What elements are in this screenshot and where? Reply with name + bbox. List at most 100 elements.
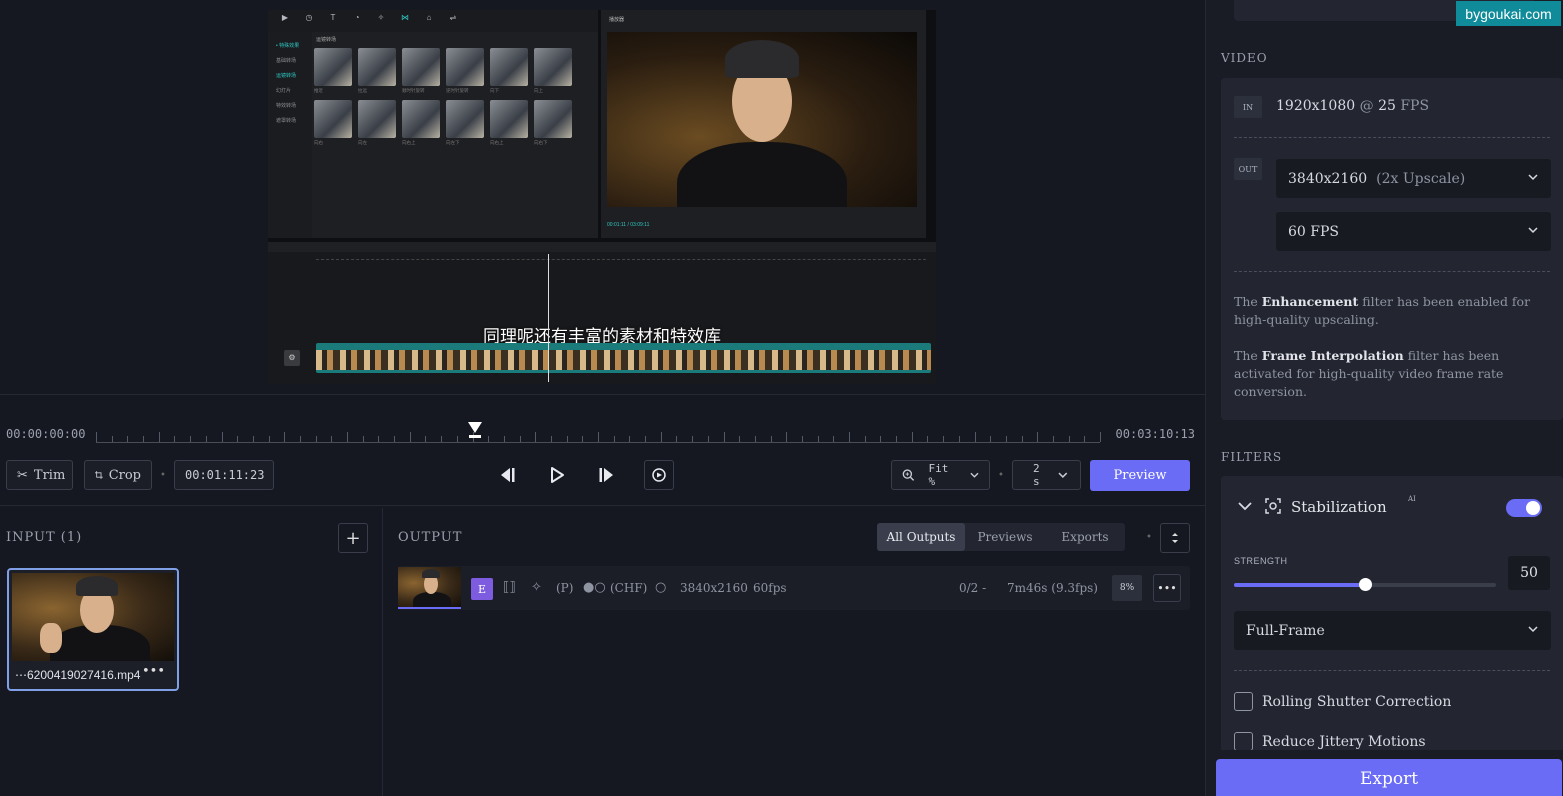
out-tag: OUT: [1234, 158, 1262, 180]
output-menu-button[interactable]: •••: [1153, 574, 1181, 602]
transition-thumbnail: [490, 48, 528, 86]
timecode-field[interactable]: 00:01:11:23: [174, 460, 274, 490]
capcut-tool-text: T: [330, 13, 336, 22]
frame-interpolation-info: The Frame Interpolation filter has been …: [1234, 348, 1504, 399]
ruler-tick: [911, 432, 913, 442]
input-filename: ⋯6200419027416.mp4: [15, 668, 141, 682]
ruler-tick: [205, 436, 207, 442]
output-job-row[interactable]: E ⟦⟧ ✧ (P) ●○ (CHF) ○ 3840x2160 60fps 0/…: [398, 566, 1190, 610]
output-resolution: 3840x2160: [680, 581, 748, 595]
tab-exports[interactable]: Exports: [1045, 523, 1125, 551]
stabilization-toggle[interactable]: [1506, 499, 1542, 517]
ruler-tick: [456, 436, 458, 442]
transition-caption: 向右下: [534, 140, 548, 145]
transition-thumbnail: [446, 48, 484, 86]
strength-label: STRENGTH: [1234, 556, 1288, 566]
rolling-shutter-checkbox[interactable]: [1234, 692, 1253, 711]
ruler-tick: [535, 432, 537, 442]
add-input-button[interactable]: +: [338, 523, 368, 553]
step-forward-button[interactable]: [592, 460, 622, 490]
ruler-tick: [1068, 436, 1070, 442]
ruler-tick: [378, 436, 380, 442]
capcut-side-item: 基础转场: [276, 58, 297, 64]
export-bar: Export: [1206, 750, 1563, 796]
enhancement-badge: E: [471, 578, 493, 600]
person-body: [413, 592, 451, 607]
strength-slider-fill: [1234, 583, 1365, 587]
export-button[interactable]: Export: [1216, 759, 1562, 796]
settings-panel: bygoukai.com VIDEO IN 1920x1080 @ 25 FPS…: [1205, 0, 1563, 796]
capcut-cover-icon: ⚙: [284, 350, 300, 366]
ruler-tick: [1084, 436, 1086, 442]
ruler-tick: [739, 436, 741, 442]
capcut-track-frames: [316, 350, 931, 370]
ruler-tick: [990, 436, 992, 442]
enhancement-info: The Enhancement filter has been enabled …: [1234, 294, 1531, 327]
tab-all-outputs[interactable]: All Outputs: [877, 523, 965, 551]
rolling-shutter-label: Rolling Shutter Correction: [1262, 693, 1452, 710]
ruler-tick: [252, 436, 254, 442]
reduce-jitter-option[interactable]: Reduce Jittery Motions: [1234, 732, 1426, 751]
reduce-jitter-label: Reduce Jittery Motions: [1262, 733, 1426, 750]
capcut-transition-item: 向右: [314, 100, 352, 146]
person-cap: [725, 40, 799, 78]
strength-slider-handle[interactable]: [1359, 578, 1372, 591]
capcut-playhead: [548, 254, 549, 382]
output-resolution-value: 3840x2160: [1288, 170, 1368, 187]
strength-slider[interactable]: [1234, 578, 1496, 591]
capcut-transition-item: 逆时针旋转: [446, 48, 484, 94]
output-fps-select[interactable]: 60 FPS: [1276, 212, 1551, 251]
output-title: OUTPUT: [398, 530, 463, 545]
person-cap: [76, 576, 118, 596]
crop-button[interactable]: Crop: [84, 460, 152, 490]
capcut-transition-item: 顺时针旋转: [402, 48, 440, 94]
transition-caption: 向右: [314, 140, 323, 145]
sort-button[interactable]: [1160, 523, 1190, 553]
ruler-tick: [645, 436, 647, 442]
rolling-shutter-option[interactable]: Rolling Shutter Correction: [1234, 692, 1451, 711]
input-clip-card[interactable]: ⋯6200419027416.mp4 •••: [7, 568, 179, 691]
preview-video-frame[interactable]: ▶ ◷ T ◔ ✧ ⋈ ⌂ ⇌ • 特殊效果 基础转场 运镜转场 幻灯片 特效转…: [268, 10, 936, 384]
stabilization-mode-select[interactable]: Full-Frame: [1234, 611, 1551, 650]
person-cap: [422, 569, 440, 578]
output-eta: 7m46s (9.3fps): [1007, 581, 1098, 595]
reduce-jitter-checkbox[interactable]: [1234, 732, 1253, 751]
transition-caption: 向上: [534, 88, 543, 93]
crop-icon: [95, 471, 103, 479]
ruler-tick: [503, 436, 505, 442]
stabilization-title: Stabilization: [1291, 498, 1387, 516]
chevron-down-icon[interactable]: [1238, 501, 1252, 511]
capcut-transition-item: 拉远: [358, 48, 396, 94]
transition-thumbnail: [446, 100, 484, 138]
playback-controls: ✂ Trim Crop • 00:01:11:23 Fit % • 2 s Pr…: [0, 456, 1205, 506]
timeline-ruler[interactable]: [96, 431, 1101, 443]
transition-thumbnail: [358, 100, 396, 138]
transition-thumbnail: [358, 48, 396, 86]
tab-previews[interactable]: Previews: [965, 523, 1045, 551]
input-at: @: [1359, 98, 1374, 114]
ruler-tick: [221, 432, 223, 442]
input-fps-unit: FPS: [1400, 98, 1430, 114]
zoom-icon: [902, 469, 915, 481]
output-upscale-note: (2x Upscale): [1376, 170, 1466, 187]
play-button[interactable]: [542, 460, 572, 490]
toggle-knob: [1526, 501, 1540, 515]
step-size-select[interactable]: 2 s: [1012, 460, 1081, 490]
ruler-tick: [158, 432, 160, 442]
loop-button[interactable]: [644, 460, 674, 490]
input-clip-menu-button[interactable]: •••: [142, 664, 165, 679]
preview-button[interactable]: Preview: [1090, 460, 1190, 491]
trim-button[interactable]: ✂ Trim: [6, 460, 73, 490]
timeline-start-time: 00:00:00:00: [6, 427, 86, 441]
ruler-tick: [143, 436, 145, 442]
output-resolution-select[interactable]: 3840x2160 (2x Upscale): [1276, 159, 1551, 198]
output-panel: OUTPUT All Outputs Previews Exports • E …: [384, 508, 1205, 796]
step-back-button[interactable]: [492, 460, 522, 490]
input-clip-thumbnail: [12, 573, 174, 661]
playhead-handle[interactable]: [467, 421, 483, 439]
capcut-side-item: • 特殊效果: [276, 43, 300, 49]
transition-thumbnail: [314, 100, 352, 138]
strength-value-input[interactable]: 50: [1508, 556, 1550, 590]
zoom-fit-select[interactable]: Fit %: [891, 460, 990, 490]
ruler-tick: [441, 436, 443, 442]
